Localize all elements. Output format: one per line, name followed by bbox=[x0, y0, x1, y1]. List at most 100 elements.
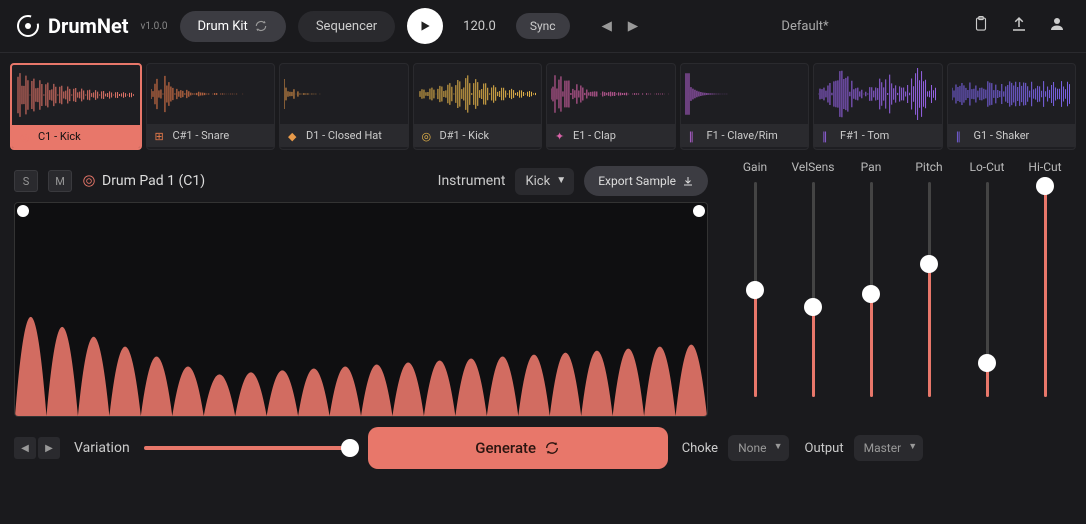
pad-d1[interactable]: ◆D1 - Closed Hat bbox=[279, 63, 409, 150]
pad-label: ◎D#1 - Kick bbox=[414, 124, 542, 147]
slider-label: Hi-Cut bbox=[1028, 160, 1061, 174]
slider-gain: Gain bbox=[728, 160, 782, 417]
slider-pan: Pan bbox=[844, 160, 898, 417]
pads-row: ◎C1 - Kick⊞C#1 - Snare◆D1 - Closed Hat ◎D… bbox=[0, 53, 1086, 160]
play-icon bbox=[418, 19, 432, 33]
pad-waveform bbox=[547, 64, 675, 124]
pad-label: ∥F1 - Clave/Rim bbox=[681, 124, 809, 147]
vertical-slider[interactable] bbox=[928, 182, 931, 397]
pad-waveform bbox=[948, 64, 1076, 124]
pad-type-icon: ∥ bbox=[822, 130, 834, 142]
output-controls: Choke None▼ Output Master▼ bbox=[682, 435, 923, 461]
pad-type-icon: ◆ bbox=[288, 130, 300, 142]
upload-icon bbox=[1010, 15, 1028, 33]
slider-locut: Lo-Cut bbox=[960, 160, 1014, 417]
instrument-select[interactable]: Kick▼ bbox=[515, 168, 574, 195]
refresh-icon bbox=[254, 19, 268, 33]
pad-fsharp1[interactable]: ∥F#1 - Tom bbox=[813, 63, 943, 150]
pad-type-icon: ∥ bbox=[689, 130, 701, 142]
target-icon bbox=[82, 174, 96, 188]
slider-label: Gain bbox=[743, 160, 767, 174]
editor-left: S M Drum Pad 1 (C1) Instrument Kick▼ Exp… bbox=[14, 160, 708, 417]
slider-label: Lo-Cut bbox=[970, 160, 1005, 174]
slider-thumb[interactable] bbox=[978, 354, 996, 372]
pad-waveform bbox=[814, 64, 942, 124]
slider-thumb[interactable] bbox=[804, 298, 822, 316]
logo-icon bbox=[16, 14, 40, 38]
vertical-slider[interactable] bbox=[754, 182, 757, 397]
output-label: Output bbox=[805, 441, 844, 456]
slider-label: Pitch bbox=[915, 160, 942, 174]
refresh-icon bbox=[544, 440, 560, 456]
preset-menu-button[interactable] bbox=[968, 11, 994, 41]
pad-label: ◆D1 - Closed Hat bbox=[280, 124, 408, 147]
vertical-slider[interactable] bbox=[812, 182, 815, 397]
bpm-display[interactable]: 120.0 bbox=[455, 15, 504, 38]
choke-label: Choke bbox=[682, 441, 718, 456]
vertical-slider[interactable] bbox=[986, 182, 989, 397]
variation-label: Variation bbox=[74, 440, 130, 456]
pad-csharp1[interactable]: ⊞C#1 - Snare bbox=[146, 63, 276, 150]
editor-toolbar: S M Drum Pad 1 (C1) Instrument Kick▼ Exp… bbox=[14, 160, 708, 202]
pad-waveform bbox=[280, 64, 408, 124]
editor: S M Drum Pad 1 (C1) Instrument Kick▼ Exp… bbox=[0, 160, 1086, 417]
user-icon bbox=[1048, 15, 1066, 33]
output-select[interactable]: Master▼ bbox=[854, 435, 924, 461]
pad-waveform bbox=[414, 64, 542, 124]
download-icon bbox=[682, 175, 694, 187]
pad-label: ∥F#1 - Tom bbox=[814, 124, 942, 147]
pad-type-icon: ✦ bbox=[555, 130, 567, 142]
slider-thumb[interactable] bbox=[1036, 177, 1054, 195]
variation-next-button[interactable]: ▶ bbox=[38, 437, 60, 459]
variation-prev-button[interactable]: ◀ bbox=[14, 437, 36, 459]
pad-label: ⊞C#1 - Snare bbox=[147, 124, 275, 147]
upload-button[interactable] bbox=[1006, 11, 1032, 41]
app-name: DrumNet bbox=[48, 14, 129, 38]
play-button[interactable] bbox=[407, 8, 443, 44]
pad-waveform bbox=[147, 64, 275, 124]
choke-select[interactable]: None▼ bbox=[728, 435, 788, 461]
pad-waveform bbox=[12, 65, 140, 125]
pad-g1[interactable]: ∥G1 - Shaker bbox=[947, 63, 1077, 150]
preset-nav: ◀ ▶ bbox=[598, 15, 643, 38]
preset-next-button[interactable]: ▶ bbox=[624, 15, 642, 38]
start-handle[interactable] bbox=[17, 205, 29, 217]
knobs-panel: Gain VelSens Pan Pitch Lo-Cut Hi-Cut bbox=[720, 160, 1072, 417]
pad-dsharp1[interactable]: ◎D#1 - Kick bbox=[413, 63, 543, 150]
pad-c1[interactable]: ◎C1 - Kick bbox=[10, 63, 142, 150]
generate-button[interactable]: Generate bbox=[368, 427, 668, 469]
pad-type-icon: ◎ bbox=[422, 130, 434, 142]
user-button[interactable] bbox=[1044, 11, 1070, 41]
preset-name[interactable]: Default* bbox=[654, 19, 956, 34]
slider-velsens: VelSens bbox=[786, 160, 840, 417]
slider-hicut: Hi-Cut bbox=[1018, 160, 1072, 417]
tab-drum-kit[interactable]: Drum Kit bbox=[180, 11, 286, 42]
vertical-slider[interactable] bbox=[870, 182, 873, 397]
sync-button[interactable]: Sync bbox=[516, 13, 570, 39]
pad-label: ✦E1 - Clap bbox=[547, 124, 675, 147]
pad-type-icon: ⊞ bbox=[155, 130, 167, 142]
vertical-slider[interactable] bbox=[1044, 182, 1047, 397]
variation-slider[interactable] bbox=[144, 446, 354, 450]
logo: DrumNet v1.0.0 bbox=[16, 14, 168, 38]
end-handle[interactable] bbox=[693, 205, 705, 217]
slider-thumb[interactable] bbox=[920, 255, 938, 273]
pad-title: Drum Pad 1 (C1) bbox=[82, 173, 205, 189]
solo-button[interactable]: S bbox=[14, 170, 38, 192]
preset-prev-button[interactable]: ◀ bbox=[598, 15, 616, 38]
variation-thumb[interactable] bbox=[341, 439, 359, 457]
pad-waveform bbox=[681, 64, 809, 124]
slider-label: Pan bbox=[861, 160, 882, 174]
waveform-display[interactable] bbox=[14, 202, 708, 417]
tab-sequencer[interactable]: Sequencer bbox=[298, 11, 395, 42]
export-sample-button[interactable]: Export Sample bbox=[584, 166, 708, 196]
app-version: v1.0.0 bbox=[141, 21, 168, 32]
mute-button[interactable]: M bbox=[48, 170, 72, 192]
slider-thumb[interactable] bbox=[862, 285, 880, 303]
slider-thumb[interactable] bbox=[746, 281, 764, 299]
pad-e1[interactable]: ✦E1 - Clap bbox=[546, 63, 676, 150]
pad-type-icon: ∥ bbox=[956, 130, 968, 142]
slider-pitch: Pitch bbox=[902, 160, 956, 417]
pad-f1[interactable]: ∥F1 - Clave/Rim bbox=[680, 63, 810, 150]
variation-nav: ◀ ▶ bbox=[14, 437, 60, 459]
